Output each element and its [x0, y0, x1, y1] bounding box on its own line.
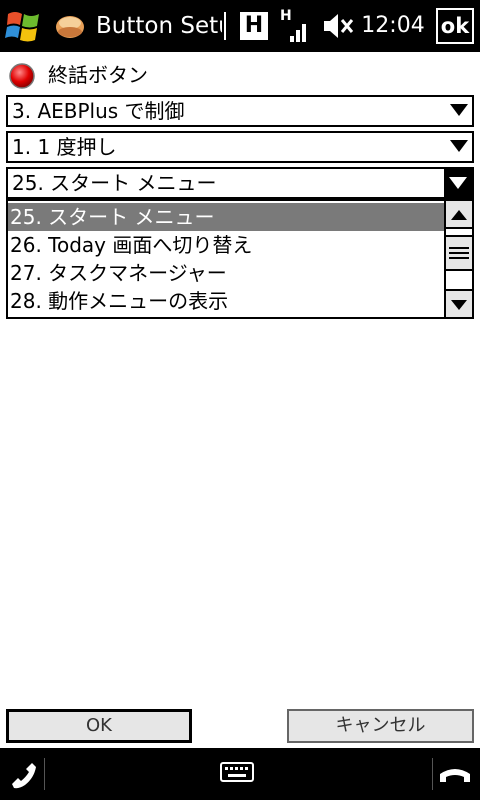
title-bar: Button Setup H H 12:04 ok — [0, 0, 480, 52]
signal-icon: H — [278, 6, 312, 46]
scroll-thumb[interactable] — [446, 235, 472, 271]
list-item[interactable]: 25. スタート メニュー — [8, 203, 446, 231]
bottom-separator — [44, 758, 45, 790]
network-type-label: H — [280, 8, 292, 24]
list-item[interactable]: 28. 動作メニューの表示 — [8, 287, 446, 315]
list-scrollbar[interactable] — [444, 201, 472, 317]
h-badge: H — [240, 12, 268, 40]
header-row: 終話ボタン — [8, 60, 472, 90]
command-value: 25. スタート メニュー — [12, 171, 217, 195]
app-icon — [54, 12, 86, 40]
command-dropdown[interactable]: 25. スタート メニュー — [6, 167, 474, 199]
list-item[interactable]: 26. Today 画面へ切り替え — [8, 231, 446, 259]
chevron-down-icon — [450, 140, 468, 152]
speaker-muted-icon[interactable] — [320, 10, 356, 42]
hangup-icon[interactable] — [438, 762, 472, 790]
windows-start-icon[interactable] — [4, 6, 44, 46]
chevron-down-icon — [449, 177, 467, 189]
clock[interactable]: 12:04 — [360, 10, 426, 42]
action-type-dropdown[interactable]: 3. AEBPlus で制御 — [6, 95, 474, 127]
command-list[interactable]: 25. スタート メニュー 26. Today 画面へ切り替え 27. タスクマ… — [6, 199, 474, 319]
call-icon[interactable] — [6, 758, 40, 792]
command-dropdown-button[interactable] — [444, 169, 472, 197]
action-type-value: 3. AEBPlus で制御 — [12, 99, 185, 123]
bottom-bar — [0, 748, 480, 800]
chevron-down-icon — [451, 300, 467, 310]
scroll-down-button[interactable] — [446, 289, 472, 317]
title-separator — [224, 12, 226, 40]
red-indicator-icon — [8, 62, 36, 90]
ok-title-button[interactable]: ok — [436, 8, 474, 44]
scroll-up-button[interactable] — [446, 201, 472, 229]
chevron-down-icon — [450, 104, 468, 116]
cancel-button[interactable]: キャンセル — [287, 709, 474, 743]
window-title: Button Setup — [96, 13, 222, 39]
press-type-dropdown[interactable]: 1. 1 度押し — [6, 131, 474, 163]
bottom-separator — [432, 758, 433, 790]
chevron-up-icon — [451, 210, 467, 220]
ok-button[interactable]: OK — [6, 709, 192, 743]
press-type-value: 1. 1 度押し — [12, 135, 117, 159]
keyboard-icon[interactable] — [220, 762, 254, 782]
header-label: 終話ボタン — [48, 63, 148, 87]
list-item[interactable]: 27. タスクマネージャー — [8, 259, 446, 287]
grip-icon — [449, 247, 469, 259]
